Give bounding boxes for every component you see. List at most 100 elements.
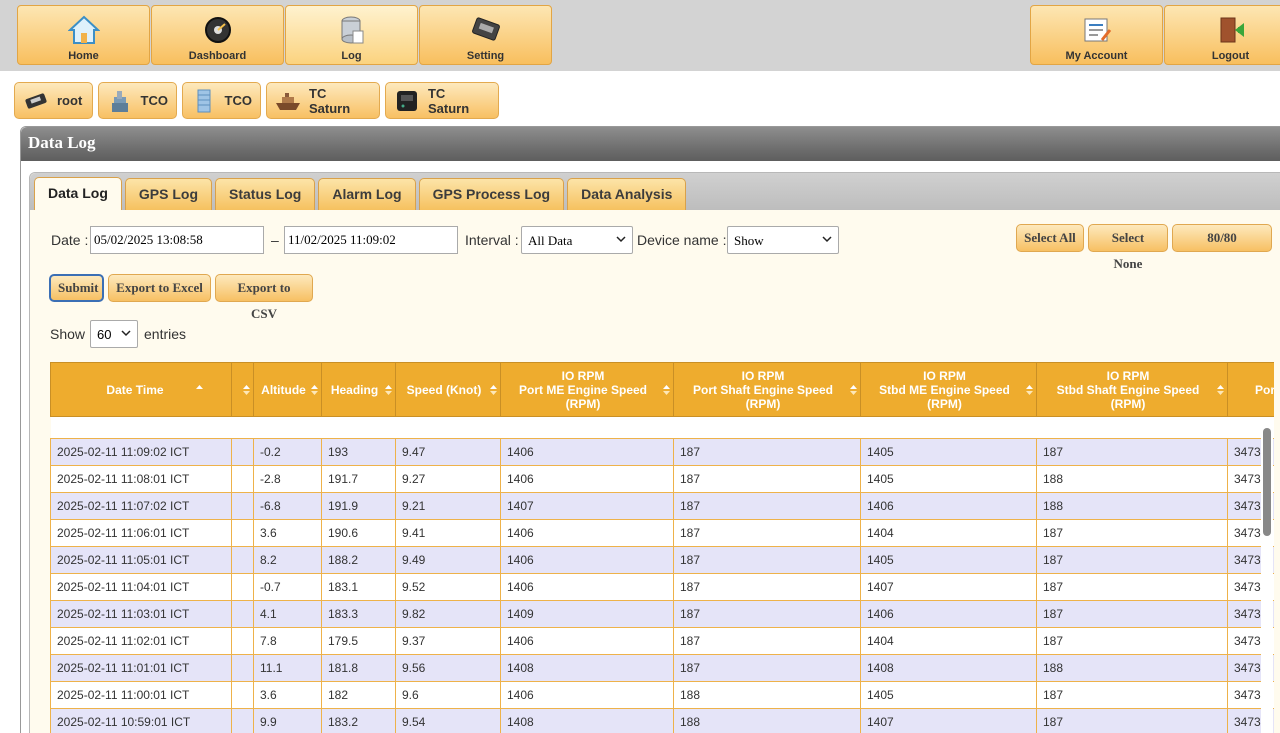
table-row[interactable]: 2025-02-11 11:00:01 ICT 3.6 182 9.6 1406 188 1… [50, 681, 1274, 709]
table-cell-altitude: 4.1 [253, 600, 322, 628]
table-cell-heading: 193 [321, 438, 396, 466]
tab-data-log[interactable]: Data Log [34, 177, 122, 210]
sort-asc-icon[interactable] [196, 384, 203, 396]
column-header-text: (RPM) [745, 396, 781, 411]
table-cell-altitude: -6.8 [253, 492, 322, 520]
table-cell-stbd-me-engine-speed: 1405 [860, 546, 1037, 574]
date-to-input[interactable]: 11/02/2025 11:09:02 [284, 226, 458, 254]
column-header-port-shaft-engine-speed[interactable]: IO RPM Port Shaft Engine Speed (RPM) [673, 362, 861, 417]
export-csv-button[interactable]: Export to CSV [215, 274, 313, 321]
log-icon [335, 13, 369, 47]
tab-status-log[interactable]: Status Log [215, 178, 316, 210]
log-tabstrip: Data Log GPS Log Status Log Alarm Log GP… [30, 173, 1280, 210]
table-cell-date-time: 2025-02-11 11:09:02 ICT [50, 438, 232, 466]
nav-dashboard-button[interactable]: Dashboard [151, 5, 284, 65]
table-row[interactable]: 2025-02-11 11:02:01 ICT 7.8 179.5 9.37 1406 1… [50, 627, 1274, 655]
nav-setting-button[interactable]: Setting [419, 5, 552, 65]
table-cell-stbd-me-engine-speed: 1407 [860, 573, 1037, 601]
table-vertical-scrollbar[interactable] [1261, 426, 1273, 733]
table-cell-blank [231, 519, 254, 547]
sort-icon[interactable] [1217, 384, 1224, 396]
table-row[interactable]: 2025-02-11 11:01:01 ICT 11.1 181.8 9.56 1408… [50, 654, 1274, 682]
table-cell-heading: 183.2 [321, 708, 396, 733]
select-all-button[interactable]: Select All [1016, 224, 1084, 252]
table-cell-stbd-me-engine-speed: 1404 [860, 627, 1037, 655]
setting-icon [469, 13, 503, 47]
table-row[interactable]: 2025-02-11 11:06:01 ICT 3.6 190.6 9.41 1406 1… [50, 519, 1274, 547]
breadcrumb-tc-saturn-ship[interactable]: TC Saturn [266, 82, 380, 119]
tab-gps-log[interactable]: GPS Log [124, 178, 213, 210]
column-header-text: IO RPM [561, 368, 605, 383]
column-header-heading[interactable]: Heading [321, 362, 396, 417]
data-log-table: Date Time Altitude Heading Speed (Knot) IO R… [50, 362, 1274, 733]
table-cell-port-me-engine-speed: 1406 [500, 627, 674, 655]
column-header-date-time[interactable]: Date Time [50, 362, 232, 417]
nav-log-button[interactable]: Log [285, 5, 418, 65]
table-cell-port-me-engine-speed: 1406 [500, 438, 674, 466]
table-body: 2025-02-11 11:09:02 ICT -0.2 193 9.47 1406 18… [50, 416, 1274, 733]
breadcrumb-tco-building[interactable]: TCO [182, 82, 261, 119]
table-cell-altitude: 11.1 [253, 654, 322, 682]
table-cell-heading: 181.8 [321, 654, 396, 682]
column-header-blank[interactable] [231, 362, 254, 417]
sort-icon[interactable] [663, 384, 670, 396]
table-cell-blank [231, 681, 254, 709]
tab-data-analysis[interactable]: Data Analysis [567, 178, 687, 210]
table-cell-date-time: 2025-02-11 10:59:01 ICT [50, 708, 232, 733]
table-row[interactable]: 2025-02-11 11:04:01 ICT -0.7 183.1 9.52 1406… [50, 573, 1274, 601]
nav-home-button[interactable]: Home [17, 5, 150, 65]
nav-logout-button[interactable]: Logout [1164, 5, 1280, 65]
table-cell-stbd-shaft-engine-speed: 187 [1036, 438, 1228, 466]
table-row[interactable]: 2025-02-11 11:05:01 ICT 8.2 188.2 9.49 1406 1… [50, 546, 1274, 574]
table-cell-stbd-shaft-engine-speed: 188 [1036, 465, 1228, 493]
column-header-speed-knot[interactable]: Speed (Knot) [395, 362, 501, 417]
table-cell-port-me-engine-speed: 1406 [500, 573, 674, 601]
spacer-cell [50, 416, 1274, 439]
column-header-text: Stbd ME Engine Speed [879, 382, 1010, 397]
breadcrumb-tco-site[interactable]: TCO [98, 82, 177, 119]
nav-setting-label: Setting [466, 50, 505, 62]
column-header-stbd-me-engine-speed[interactable]: IO RPM Stbd ME Engine Speed (RPM) [860, 362, 1037, 417]
interval-select[interactable]: All Data [521, 226, 633, 254]
column-header-stbd-shaft-engine-speed[interactable]: IO RPM Stbd Shaft Engine Speed (RPM) [1036, 362, 1228, 417]
date-from-input[interactable]: 05/02/2025 13:08:58 [90, 226, 264, 254]
sort-icon[interactable] [385, 384, 392, 396]
device-name-select[interactable]: Show [727, 226, 839, 254]
submit-button[interactable]: Submit [49, 274, 104, 302]
breadcrumb-tc-saturn-controller[interactable]: TC Saturn [385, 82, 499, 119]
table-row[interactable]: 2025-02-11 11:03:01 ICT 4.1 183.3 9.82 1409 1… [50, 600, 1274, 628]
table-cell-port-shaft-engine-speed: 187 [673, 654, 861, 682]
device-count-badge[interactable]: 80/80 [1172, 224, 1272, 252]
column-header-text: Altitude [261, 382, 306, 397]
table-row[interactable]: 2025-02-11 11:08:01 ICT -2.8 191.7 9.27 1406… [50, 465, 1274, 493]
main-nav-group: Home Dashboard Log Setting [17, 5, 553, 65]
table-cell-speed-knot: 9.54 [395, 708, 501, 733]
tab-alarm-log[interactable]: Alarm Log [318, 178, 416, 210]
sort-icon[interactable] [311, 384, 318, 396]
entries-select[interactable]: 60 [90, 320, 138, 348]
table-row[interactable]: 2025-02-11 11:09:02 ICT -0.2 193 9.47 1406 18… [50, 438, 1274, 466]
table-cell-blank [231, 600, 254, 628]
table-cell-altitude: 8.2 [253, 546, 322, 574]
column-header-por[interactable]: Por [1227, 362, 1274, 417]
column-header-altitude[interactable]: Altitude [253, 362, 322, 417]
table-cell-port-shaft-engine-speed: 187 [673, 519, 861, 547]
sort-icon[interactable] [1026, 384, 1033, 396]
select-none-button[interactable]: Select None [1088, 224, 1168, 271]
table-row[interactable]: 2025-02-11 10:59:01 ICT 9.9 183.2 9.54 1408 1… [50, 708, 1274, 733]
sort-icon[interactable] [243, 384, 250, 396]
scrollbar-thumb[interactable] [1263, 428, 1271, 536]
column-header-port-me-engine-speed[interactable]: IO RPM Port ME Engine Speed (RPM) [500, 362, 674, 417]
nav-my-account-button[interactable]: My Account [1030, 5, 1163, 65]
column-header-text: IO RPM [1106, 368, 1150, 383]
table-cell-altitude: -0.7 [253, 573, 322, 601]
table-cell-blank [231, 438, 254, 466]
export-excel-button[interactable]: Export to Excel [108, 274, 211, 302]
sort-icon[interactable] [490, 384, 497, 396]
table-row[interactable]: 2025-02-11 11:07:02 ICT -6.8 191.9 9.21 1407… [50, 492, 1274, 520]
breadcrumb-root[interactable]: root [14, 82, 93, 119]
table-cell-port-me-engine-speed: 1406 [500, 519, 674, 547]
tab-gps-process-log[interactable]: GPS Process Log [418, 178, 565, 210]
sort-icon[interactable] [850, 384, 857, 396]
table-cell-date-time: 2025-02-11 11:08:01 ICT [50, 465, 232, 493]
